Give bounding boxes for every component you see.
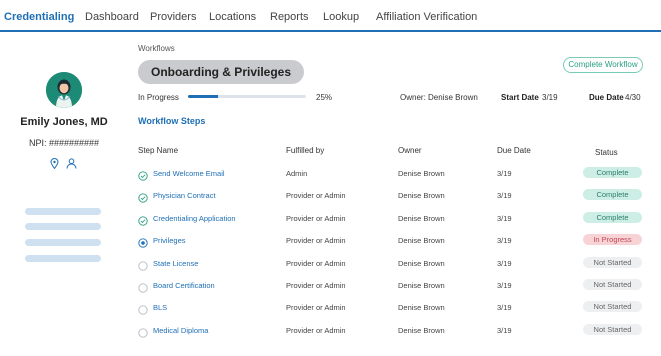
nav-tab-providers[interactable]: Providers xyxy=(150,11,196,23)
empty-circle-icon xyxy=(138,302,148,316)
table-row[interactable]: Privileges Provider or Admin Denise Brown 3… xyxy=(138,234,648,258)
step-name-link[interactable]: BLS xyxy=(153,303,167,312)
location-pin-icon[interactable] xyxy=(50,156,59,174)
header-due-date: Due Date xyxy=(497,146,531,155)
profile-icon-row xyxy=(48,156,78,170)
workflow-owner: Owner: Denise Brown xyxy=(400,93,478,102)
owner-cell: Denise Brown xyxy=(398,258,445,268)
table-row[interactable]: Send Welcome Email Admin Denise Brown 3/19 C… xyxy=(138,167,648,191)
empty-circle-icon xyxy=(138,258,148,271)
provider-name: Emily Jones, MD xyxy=(20,116,108,128)
empty-circle-icon xyxy=(138,325,148,338)
header-fulfilled-by: Fulfilled by xyxy=(286,146,325,155)
status-badge: Complete xyxy=(583,211,642,223)
table-row[interactable]: Physician Contract Provider or Admin Denis… xyxy=(138,189,648,213)
workflow-status: In Progress xyxy=(138,93,179,102)
header-status: Status xyxy=(595,148,618,157)
status-badge: Complete xyxy=(583,167,642,178)
progress-fill xyxy=(188,95,218,98)
start-date-value: 3/19 xyxy=(542,93,558,102)
owner-cell: Denise Brown xyxy=(398,169,445,178)
fulfilled-by-cell: Provider or Admin xyxy=(286,213,346,223)
due-date-cell: 3/19 xyxy=(497,191,512,201)
fulfilled-by-cell: Provider or Admin xyxy=(286,303,346,313)
check-circle-icon xyxy=(138,168,148,181)
avatar xyxy=(46,72,82,108)
header-owner: Owner xyxy=(398,146,422,155)
empty-circle-icon xyxy=(138,280,148,293)
radio-dot-icon xyxy=(138,235,148,248)
step-name-link[interactable]: Credentialing Application xyxy=(153,214,236,223)
owner-cell: Denise Brown xyxy=(398,281,445,290)
breadcrumb[interactable]: Workflows xyxy=(138,44,175,53)
step-name-link[interactable]: Send Welcome Email xyxy=(153,169,225,178)
check-circle-icon xyxy=(138,190,148,204)
complete-workflow-button[interactable]: Complete Workflow xyxy=(563,57,643,73)
status-badge: Not Started xyxy=(583,323,642,335)
placeholder-bar xyxy=(25,255,101,262)
fulfilled-by-cell: Provider or Admin xyxy=(286,191,346,201)
fulfilled-by-cell: Provider or Admin xyxy=(286,325,346,335)
owner-cell: Denise Brown xyxy=(398,213,445,223)
table-row[interactable]: State License Provider or Admin Denise Bro… xyxy=(138,256,648,281)
due-date-cell: 3/19 xyxy=(497,258,512,268)
due-date-cell: 3/19 xyxy=(497,236,512,246)
due-date-label: Due Date xyxy=(589,93,624,102)
fulfilled-by-cell: Provider or Admin xyxy=(286,258,346,268)
nav-tab-affiliation-verification[interactable]: Affiliation Verification xyxy=(376,11,477,23)
progress-percent: 25% xyxy=(316,93,333,102)
nav-tab-lookup[interactable]: Lookup xyxy=(323,11,359,23)
check-circle-icon xyxy=(138,213,148,226)
step-name-link[interactable]: Medical Diploma xyxy=(153,326,208,335)
nav-tab-credentialing[interactable]: Credentialing xyxy=(4,11,74,23)
table-row[interactable]: Medical Diploma Provider or Admin Denise B… xyxy=(138,323,648,348)
top-nav: Credentialing Dashboard Providers Locati… xyxy=(0,0,661,32)
due-date-cell: 3/19 xyxy=(497,303,512,313)
workflow-title: Onboarding & Privileges xyxy=(138,60,304,84)
step-name-link[interactable]: Privileges xyxy=(153,236,186,245)
start-date-label: Start Date xyxy=(501,93,539,102)
owner-cell: Denise Brown xyxy=(398,303,445,313)
placeholder-bar xyxy=(25,208,101,215)
nav-tab-dashboard[interactable]: Dashboard xyxy=(85,11,139,23)
placeholder-bar xyxy=(25,223,101,230)
table-row[interactable]: Board Certification Provider or Admin Deni… xyxy=(138,279,648,303)
workflow-steps-title: Workflow Steps xyxy=(138,116,206,126)
table-row[interactable]: BLS Provider or Admin Denise Brown 3/19 Not … xyxy=(138,301,648,325)
due-date-cell: 3/19 xyxy=(497,281,512,290)
status-badge: In Progress xyxy=(583,234,642,246)
due-date-cell: 3/19 xyxy=(497,169,512,178)
step-name-link[interactable]: State License xyxy=(153,259,198,268)
due-date-cell: 3/19 xyxy=(497,213,512,223)
table-row[interactable]: Credentialing Application Provider or Adm… xyxy=(138,211,648,236)
due-date-value: 4/30 xyxy=(625,93,641,102)
owner-cell: Denise Brown xyxy=(398,191,445,201)
nav-tab-reports[interactable]: Reports xyxy=(270,11,309,23)
owner-cell: Denise Brown xyxy=(398,325,445,335)
status-badge: Not Started xyxy=(583,256,642,268)
provider-npi: NPI: ########## xyxy=(28,138,100,148)
status-badge: Not Started xyxy=(583,279,642,290)
step-name-link[interactable]: Board Certification xyxy=(153,281,215,290)
fulfilled-by-cell: Provider or Admin xyxy=(286,236,346,246)
header-step-name: Step Name xyxy=(138,146,179,155)
status-badge: Not Started xyxy=(583,301,642,313)
owner-cell: Denise Brown xyxy=(398,236,445,246)
fulfilled-by-cell: Admin xyxy=(286,169,308,178)
status-badge: Complete xyxy=(583,189,642,201)
fulfilled-by-cell: Provider or Admin xyxy=(286,281,346,290)
due-date-cell: 3/19 xyxy=(497,325,512,335)
step-name-link[interactable]: Physician Contract xyxy=(153,191,216,200)
person-icon[interactable] xyxy=(66,156,77,174)
progress-bar xyxy=(188,95,306,98)
nav-tab-locations[interactable]: Locations xyxy=(209,11,256,23)
placeholder-bar xyxy=(25,239,101,246)
